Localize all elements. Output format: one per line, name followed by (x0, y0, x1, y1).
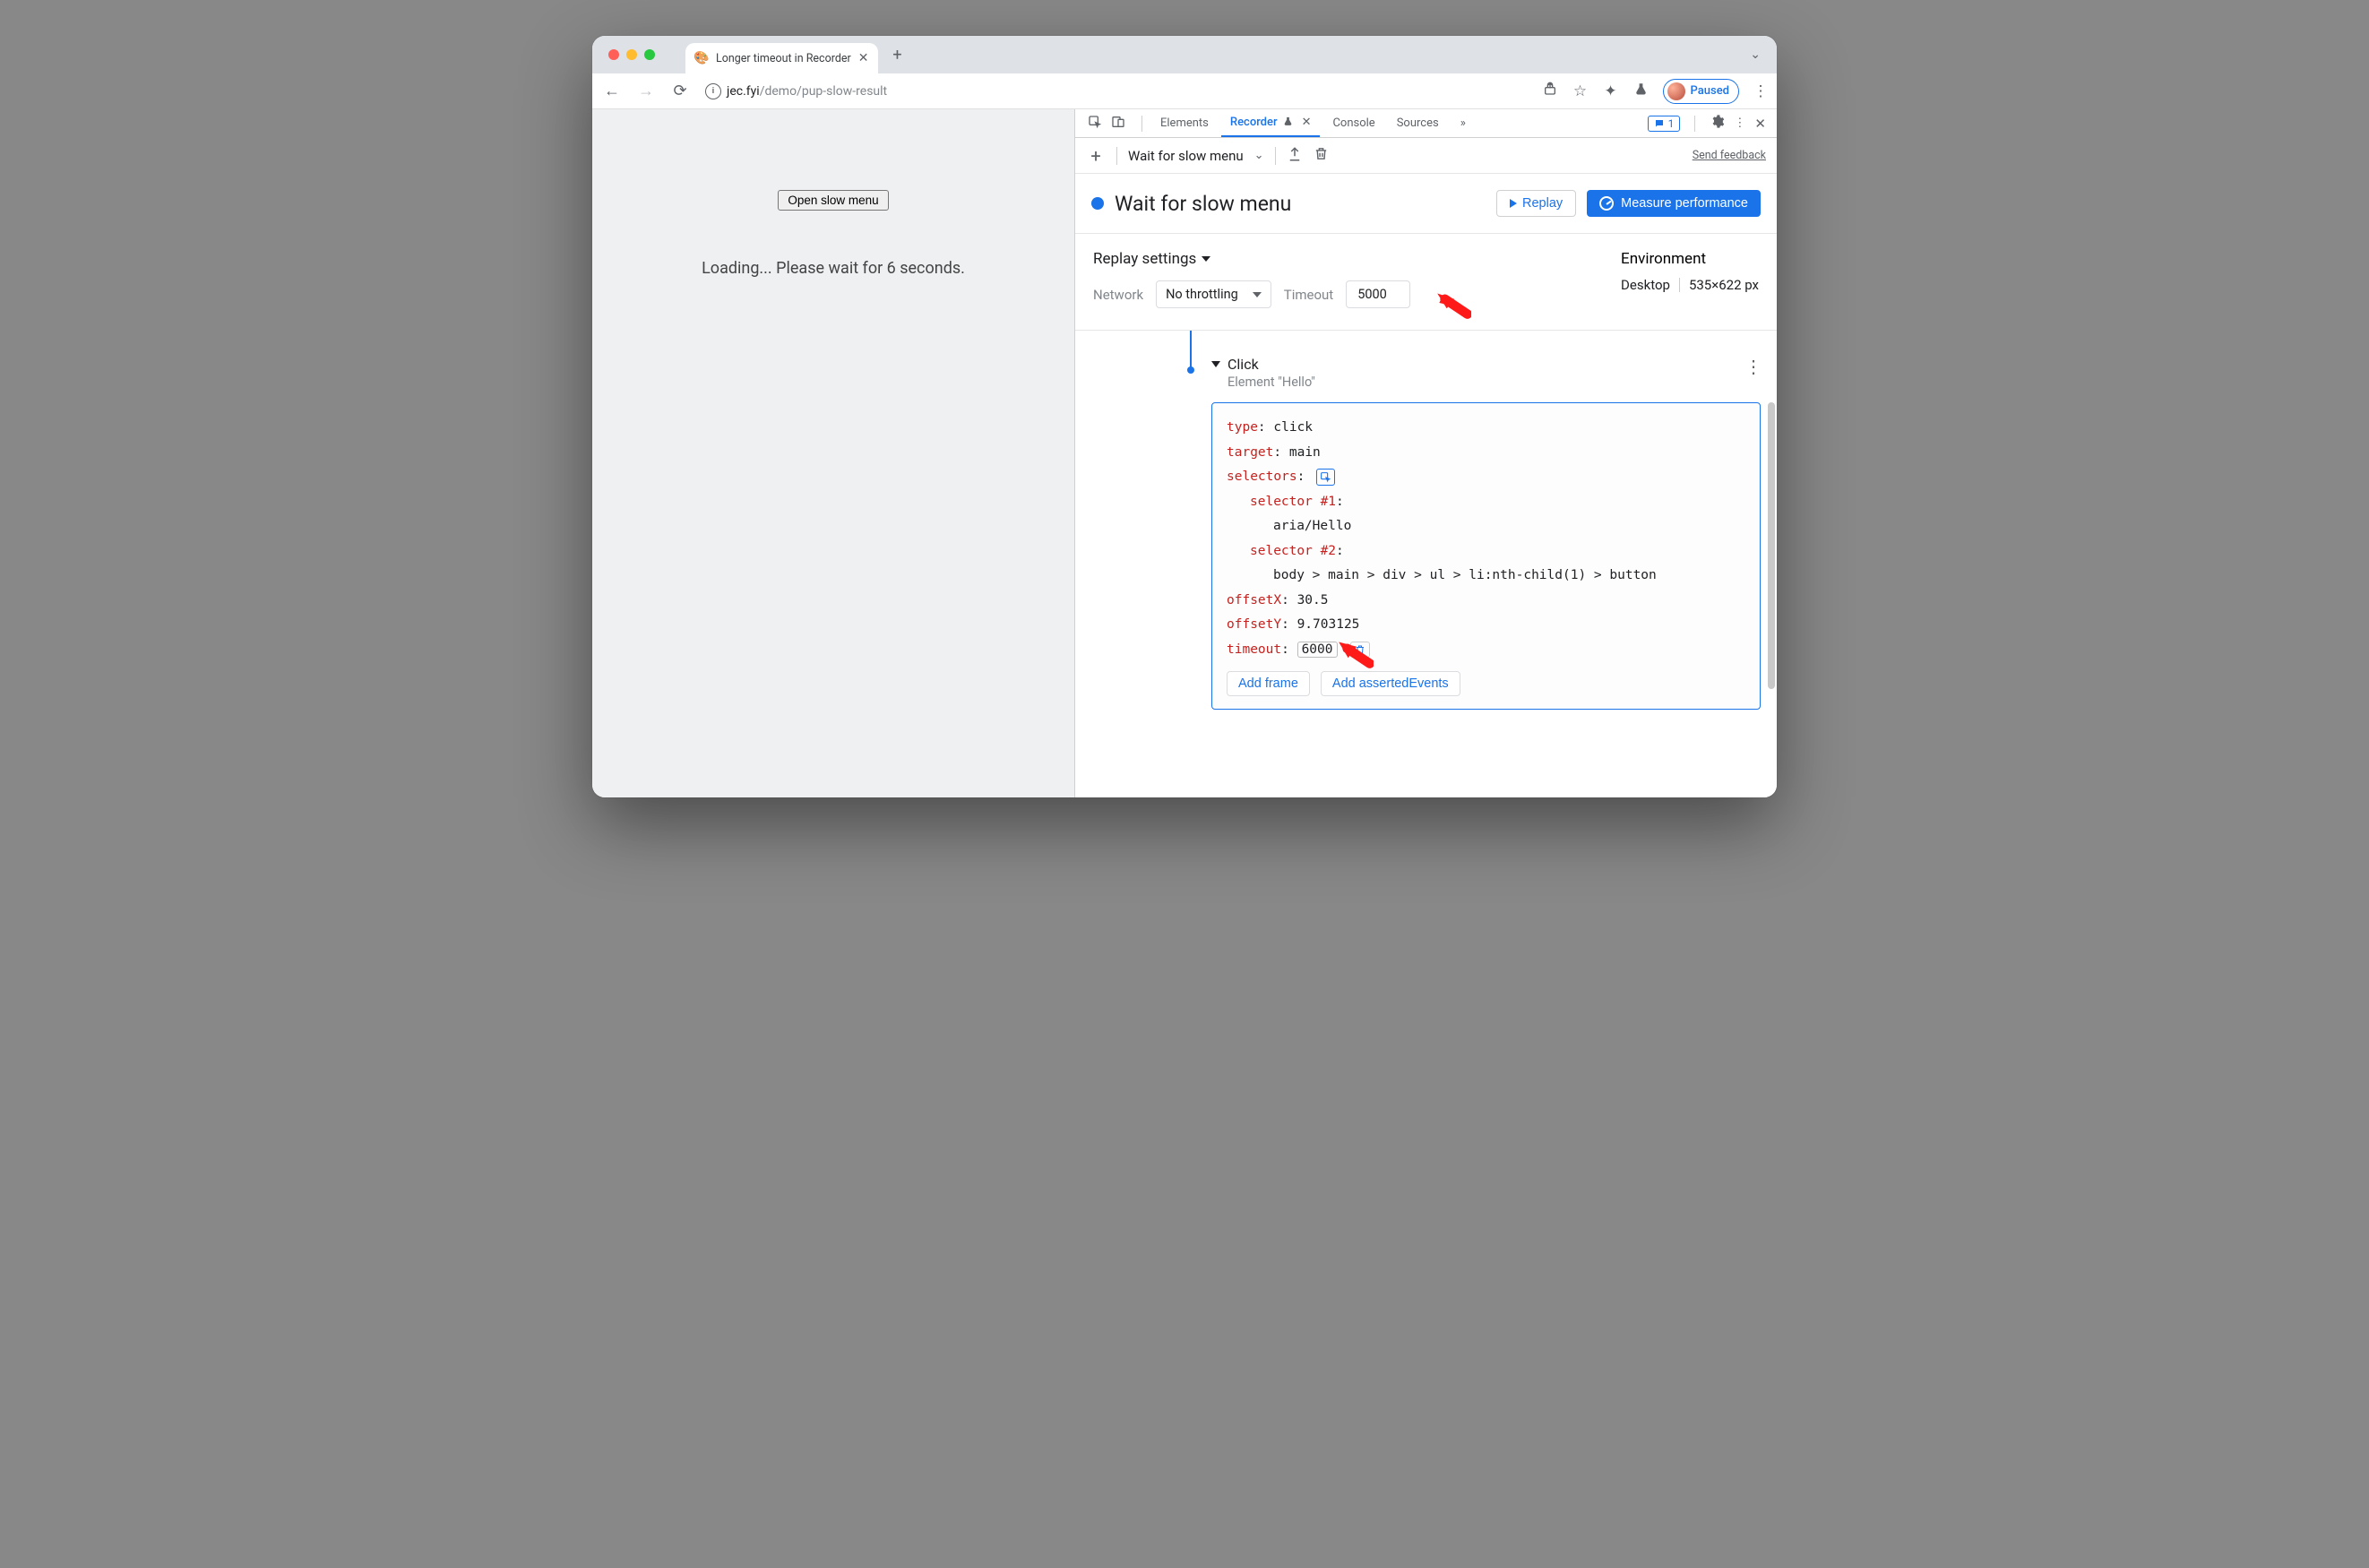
devtools-tabbar: Elements Recorder ✕ Console Sources » 1 (1075, 109, 1777, 138)
recording-title: Wait for slow menu (1115, 192, 1291, 216)
profile-paused-chip[interactable]: Paused (1663, 79, 1739, 104)
url-text: jec.fyi/demo/pup-slow-result (727, 84, 887, 99)
steps-area: Click Element "Hello" ⋮ type: click targ… (1075, 331, 1777, 797)
back-button[interactable]: ← (599, 79, 625, 104)
delete-property-icon[interactable] (1350, 642, 1370, 658)
annotation-arrow-icon (1434, 284, 1471, 325)
content-area: Open slow menu Loading... Please wait fo… (592, 109, 1777, 797)
minimize-window-button[interactable] (626, 49, 637, 60)
devtools-panel: Elements Recorder ✕ Console Sources » 1 (1075, 109, 1777, 797)
scrollbar[interactable] (1768, 402, 1775, 689)
browser-tab[interactable]: 🎨 Longer timeout in Recorder ✕ (685, 43, 878, 73)
address-bar[interactable]: i jec.fyi/demo/pup-slow-result (705, 83, 887, 99)
open-slow-menu-button[interactable]: Open slow menu (778, 190, 888, 211)
issues-chip[interactable]: 1 (1648, 116, 1681, 132)
env-device: Desktop (1621, 277, 1670, 293)
close-window-button[interactable] (608, 49, 619, 60)
tab-overflow-button[interactable]: ⌄ (1741, 47, 1770, 62)
settings-gear-icon[interactable] (1710, 114, 1725, 133)
extensions-puzzle-icon[interactable]: ✦ (1602, 82, 1620, 100)
favicon-icon: 🎨 (694, 51, 709, 65)
recording-status-dot (1091, 197, 1104, 210)
rendered-page: Open slow menu Loading... Please wait fo… (592, 109, 1075, 797)
network-throttling-select[interactable]: No throttling (1156, 280, 1271, 308)
close-devtools-button[interactable]: ✕ (1754, 116, 1766, 132)
reload-button[interactable]: ⟳ (668, 79, 693, 104)
environment-heading: Environment (1621, 250, 1759, 268)
bookmark-star-icon[interactable]: ☆ (1572, 82, 1589, 100)
loading-text: Loading... Please wait for 6 seconds. (702, 259, 965, 278)
tab-recorder[interactable]: Recorder ✕ (1221, 109, 1321, 137)
recording-title-row: Wait for slow menu Replay Measure perfor… (1075, 174, 1777, 234)
forward-button[interactable]: → (633, 79, 659, 104)
recording-name[interactable]: Wait for slow menu (1128, 148, 1244, 164)
replay-button[interactable]: Replay (1496, 190, 1576, 217)
maximize-window-button[interactable] (644, 49, 655, 60)
labs-beaker-icon[interactable] (1632, 82, 1650, 100)
close-panel-button[interactable]: ✕ (1302, 116, 1312, 129)
step-editor[interactable]: type: click target: main selectors: sele… (1211, 402, 1761, 710)
play-icon (1510, 199, 1517, 208)
tab-sources[interactable]: Sources (1388, 109, 1448, 137)
share-icon[interactable] (1541, 82, 1559, 100)
tab-strip: 🎨 Longer timeout in Recorder ✕ + ⌄ (592, 36, 1777, 73)
device-toolbar-icon[interactable] (1111, 115, 1125, 133)
add-asserted-events-button[interactable]: Add assertedEvents (1321, 671, 1460, 696)
send-feedback-link[interactable]: Send feedback (1693, 149, 1766, 162)
chevron-down-icon (1202, 256, 1210, 262)
delete-icon[interactable] (1314, 146, 1329, 165)
step-rail (1190, 331, 1192, 370)
add-frame-button[interactable]: Add frame (1227, 671, 1310, 696)
avatar-icon (1667, 82, 1685, 100)
recording-dropdown-icon[interactable]: ⌄ (1254, 149, 1264, 162)
step-menu-button[interactable]: ⋮ (1744, 356, 1761, 377)
timeout-label: Timeout (1284, 287, 1333, 303)
browser-toolbar: ← → ⟳ i jec.fyi/demo/pup-slow-result ☆ ✦… (592, 73, 1777, 109)
step-timeout-input[interactable]: 6000 (1297, 642, 1338, 658)
env-dimensions: 535×622 px (1689, 277, 1759, 293)
browser-menu-button[interactable]: ⋮ (1752, 82, 1770, 100)
tab-title: Longer timeout in Recorder (716, 52, 851, 65)
step-subtitle: Element "Hello" (1228, 375, 1315, 390)
tab-elements[interactable]: Elements (1151, 109, 1218, 137)
network-label: Network (1093, 287, 1143, 303)
measure-performance-button[interactable]: Measure performance (1587, 190, 1761, 217)
paused-label: Paused (1691, 84, 1729, 98)
inspect-element-icon[interactable] (1088, 115, 1102, 133)
replay-settings-toggle[interactable]: Replay settings (1093, 250, 1410, 268)
browser-window: 🎨 Longer timeout in Recorder ✕ + ⌄ ← → ⟳… (592, 36, 1777, 797)
timeout-input[interactable]: 5000 (1346, 280, 1410, 308)
new-recording-button[interactable]: + (1086, 145, 1106, 167)
step-name: Click (1228, 356, 1259, 373)
more-tabs-button[interactable]: » (1452, 109, 1475, 137)
step-click: Click Element "Hello" ⋮ type: click targ… (1211, 356, 1761, 710)
window-controls (599, 49, 664, 60)
export-icon[interactable] (1287, 146, 1303, 166)
tab-close-button[interactable]: ✕ (858, 51, 869, 65)
site-info-icon[interactable]: i (705, 83, 721, 99)
tab-console[interactable]: Console (1323, 109, 1383, 137)
select-element-icon[interactable] (1316, 469, 1335, 486)
devtools-menu-button[interactable]: ⋮ (1734, 116, 1745, 130)
replay-settings-row: Replay settings Network No throttling Ti… (1075, 234, 1777, 331)
recorder-actionbar: + Wait for slow menu ⌄ Send feedback (1075, 138, 1777, 174)
new-tab-button[interactable]: + (885, 42, 910, 67)
expand-toggle-icon[interactable] (1211, 361, 1220, 367)
chevron-down-icon (1253, 292, 1262, 297)
beaker-icon (1283, 116, 1293, 129)
gauge-icon (1599, 196, 1614, 211)
